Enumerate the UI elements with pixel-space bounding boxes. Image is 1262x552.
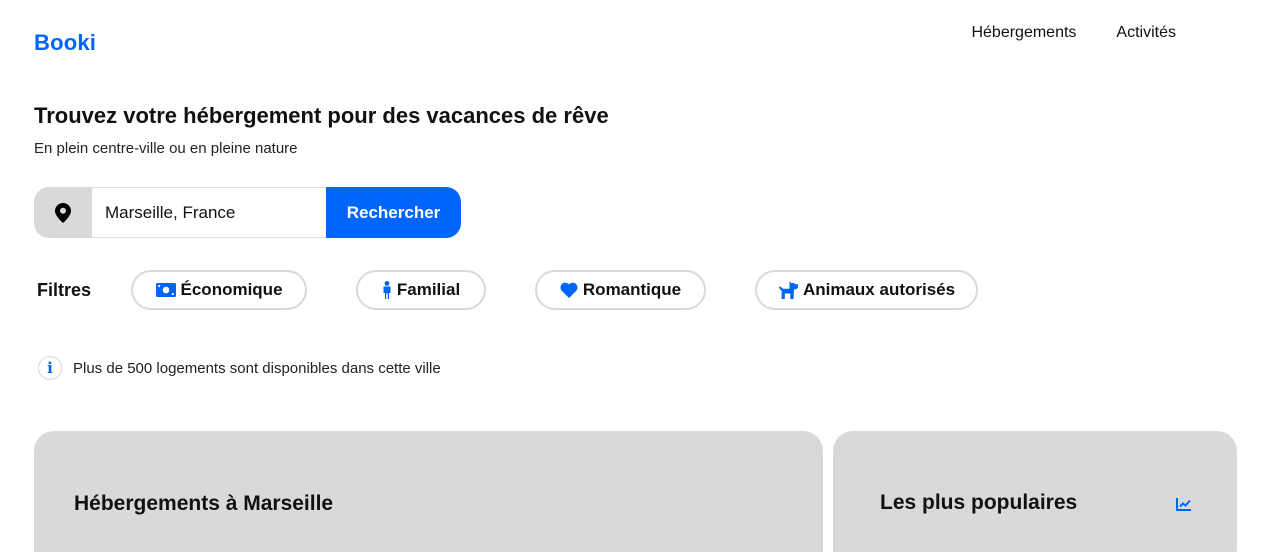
booki-logo[interactable]: Booki [34,30,96,56]
page-title: Trouvez votre hébergement pour des vacan… [34,103,609,128]
dog-icon [778,281,798,299]
availability-text: Plus de 500 logements sont disponibles d… [73,359,441,377]
lodgings-section: Hébergements à Marseille [34,431,823,552]
money-bill-icon [155,283,176,297]
nav-link-activites[interactable]: Activités [1116,24,1176,42]
search-bar: Rechercher [34,187,461,238]
filter-animaux-button[interactable]: Animaux autorisés [755,270,979,310]
filter-label: Familial [396,280,461,299]
filter-romantique-button[interactable]: Romantique [535,270,707,310]
availability-info: i Plus de 500 logements sont disponibles… [38,356,441,380]
info-icon: i [38,356,62,380]
lodgings-title: Hébergements à Marseille [74,492,334,515]
filters-label: Filtres [37,279,92,300]
popular-title: Les plus populaires [880,491,1078,514]
filter-label: Romantique [582,280,682,299]
filter-label: Animaux autorisés [802,280,956,299]
chart-line-icon [1176,498,1191,511]
filter-familial-button[interactable]: Familial [356,270,487,310]
nav-link-hebergements[interactable]: Hébergements [971,24,1076,42]
filters-bar: Filtres Économique Familial Romantique A… [34,270,1027,310]
search-button[interactable]: Rechercher [326,187,461,238]
page-subtitle: En plein centre-ville ou en pleine natur… [34,140,298,157]
main-nav: Hébergements Activités [971,24,1176,42]
search-input[interactable] [92,187,326,238]
filter-economique-button[interactable]: Économique [131,270,308,310]
map-pin-icon [34,187,92,238]
child-icon [383,281,391,299]
heart-icon [560,282,578,298]
filter-label: Économique [180,280,283,299]
popular-section: Les plus populaires [833,431,1237,552]
